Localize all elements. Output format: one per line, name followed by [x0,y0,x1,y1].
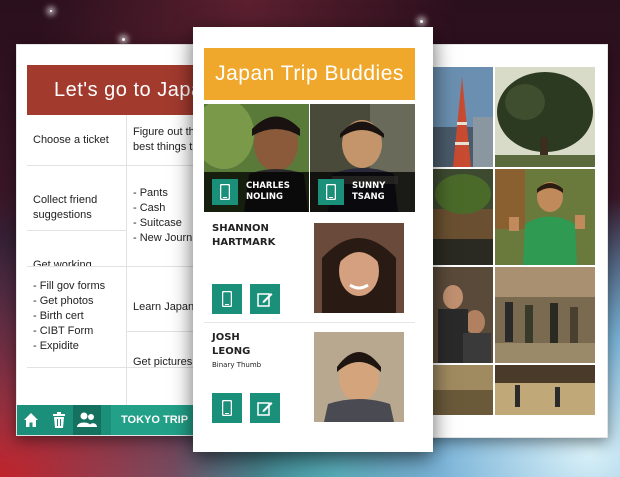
edit-icon [257,402,273,416]
park-photo [433,365,493,415]
checklist-cell[interactable]: Collect friend suggestions [27,181,126,231]
buddy-name: SUNNY TSANG [352,181,386,202]
photo-thumbnail[interactable] [433,267,493,363]
photo-thumbnail[interactable] [433,67,493,167]
tree-photo [495,67,595,167]
call-button[interactable] [212,393,242,423]
buddies-title: Japan Trip Buddies [204,48,415,100]
buddy-photo [314,332,404,422]
home-button[interactable] [17,405,45,435]
buddy-tile[interactable]: SUNNY TSANG [310,104,415,212]
buddy-name: CHARLES NOLING [246,181,290,202]
checklist-cell[interactable]: Get working passport [27,246,126,266]
buddy-actions [212,284,280,314]
buddy-company: Binary Thumb [212,361,262,369]
friend-thumbs-up-photo [495,169,595,265]
featured-buddies: CHARLES NOLING SUNNY TSANG [204,104,415,212]
sparkle [50,10,52,12]
shop-street-photo [495,267,595,363]
photo-thumbnail[interactable] [433,365,493,415]
phone-icon [326,184,336,200]
photo-thumbnail[interactable] [495,169,595,265]
street-photo [433,169,493,265]
sparkle [122,38,125,41]
home-icon [24,413,38,427]
buddy-photo [314,223,404,313]
buddy-tile[interactable]: CHARLES NOLING [204,104,309,212]
edit-button[interactable] [250,393,280,423]
group-photo [433,267,493,363]
photos-card [410,44,608,438]
photo-thumbnail[interactable] [433,169,493,265]
friends-button[interactable] [73,405,101,435]
checklist-cell[interactable]: Choose a ticket [27,115,127,165]
phone-icon [222,400,232,416]
call-button[interactable] [212,284,242,314]
call-button[interactable] [318,179,344,205]
delete-button[interactable] [45,405,73,435]
buddy-bar: SUNNY TSANG [310,172,415,212]
photo-thumbnail[interactable] [495,67,595,167]
call-button[interactable] [212,179,238,205]
buddy-name: SHANNON HARTMARK [212,223,276,248]
photo-grid [433,67,595,415]
plaza-photo [495,365,595,415]
tokyo-tower-photo [433,67,493,167]
phone-icon [222,291,232,307]
edit-button[interactable] [250,284,280,314]
sparkle [420,20,423,23]
photo-thumbnail[interactable] [495,267,595,363]
buddy-row[interactable]: SHANNON HARTMARK [204,214,415,323]
buddy-actions [212,393,280,423]
trash-icon [53,412,65,428]
buddies-card: Japan Trip Buddies CHARLES NOLING SUNNY … [193,27,433,452]
buddy-bar: CHARLES NOLING [204,172,309,212]
buddy-row[interactable]: JOSH LEONG Binary Thumb [204,323,415,431]
buddy-photo-image [314,223,404,313]
buddy-name: JOSH LEONG [212,332,251,357]
phone-icon [220,184,230,200]
people-icon [77,412,97,427]
checklist-cell[interactable]: - Fill gov forms - Get photos - Birth ce… [27,267,127,407]
photo-thumbnail[interactable] [495,365,595,415]
checklist-cell: Collect friend suggestions Get working p… [27,166,127,266]
edit-icon [257,293,273,307]
buddy-photo-image [314,332,404,422]
